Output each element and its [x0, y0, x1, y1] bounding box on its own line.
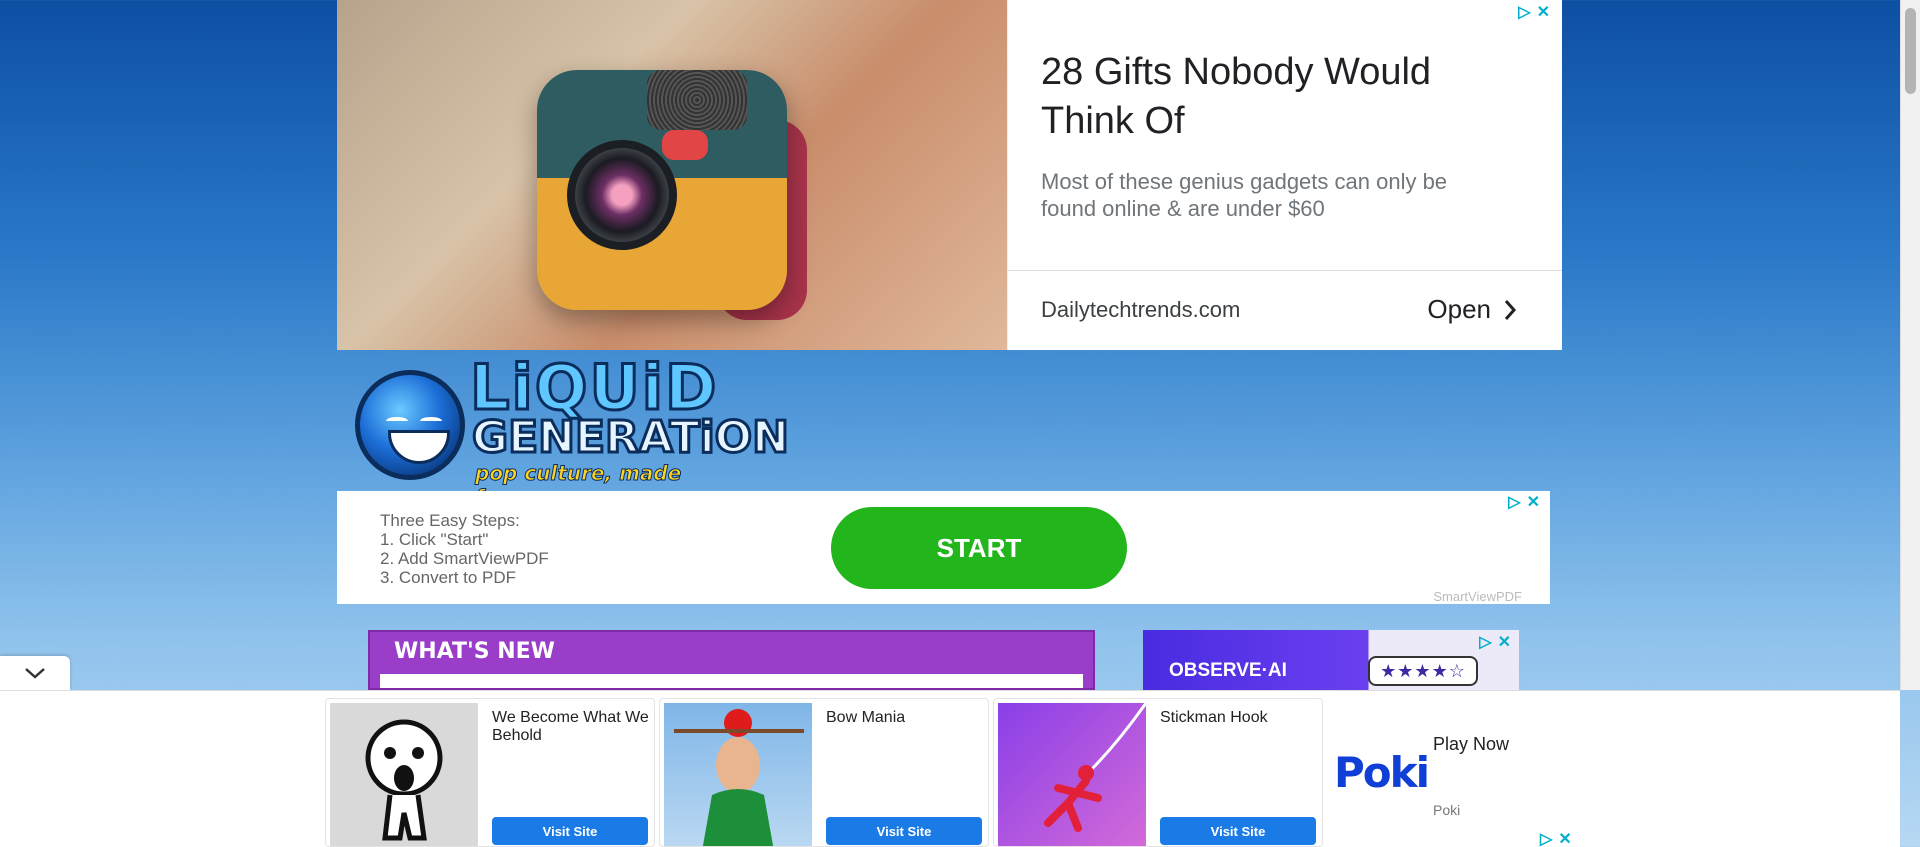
visit-site-button[interactable]: Visit Site: [492, 817, 648, 845]
pdf-step: 1. Click "Start": [380, 530, 489, 549]
camera-illustration: [517, 30, 807, 320]
poki-card[interactable]: Poki Play Now Poki: [1330, 698, 1576, 847]
scrollbar-thumb[interactable]: [1905, 8, 1916, 94]
game-title[interactable]: We Become What We Behold: [492, 709, 652, 745]
ad-close-icon[interactable]: ✕: [1527, 492, 1540, 512]
logo-word-liquid: LiQUiD: [469, 351, 719, 424]
pdf-ad-brand: SmartViewPDF: [1433, 589, 1522, 604]
observe-ai-brand: OBSERVE·AI: [1169, 660, 1287, 681]
poki-name: Poki: [1433, 802, 1461, 818]
poki-logo[interactable]: Poki: [1334, 748, 1430, 797]
pdf-ad-banner[interactable]: Three Easy Steps: 1. Click "Start" 2. Ad…: [337, 491, 1550, 604]
logo-word-generation: GENERATiON: [471, 412, 791, 463]
game-title[interactable]: Stickman Hook: [1160, 709, 1320, 727]
observe-ai-ad[interactable]: OBSERVE·AI ★★★★☆ ▷ ✕: [1143, 630, 1519, 690]
pdf-step: Three Easy Steps:: [380, 511, 520, 530]
page-scrollbar[interactable]: [1900, 0, 1920, 690]
ad-close-icon[interactable]: ✕: [1537, 2, 1550, 22]
logo-face-icon: [355, 370, 465, 480]
adchoices-icon[interactable]: ▷ ✕: [1540, 829, 1572, 847]
game-card[interactable]: Bow Mania Visit Site: [659, 698, 989, 847]
ad-image-camera[interactable]: [337, 0, 1007, 350]
game-thumbnail: [664, 703, 812, 846]
pdf-ad-steps: Three Easy Steps: 1. Click "Start" 2. Ad…: [380, 511, 549, 587]
adchoices-icon[interactable]: ▷ ✕: [1518, 2, 1550, 22]
adchoices-icon[interactable]: ▷ ✕: [1508, 492, 1540, 512]
ad-close-icon[interactable]: ✕: [1558, 829, 1571, 847]
chevron-right-icon: [1504, 299, 1517, 320]
ad-description: Most of these genius gadgets can only be…: [1041, 169, 1448, 221]
site-logo[interactable]: LiQUiD GENERATiON pop culture, made funn…: [350, 351, 790, 510]
stickman-icon: [1044, 702, 1148, 832]
adchoices-triangle-icon[interactable]: ▷: [1508, 492, 1520, 512]
game-thumbnail: [998, 702, 1148, 846]
ad-close-icon[interactable]: ✕: [1498, 632, 1511, 652]
game-card[interactable]: Stickman Hook Visit Site: [993, 698, 1323, 847]
game-title[interactable]: Bow Mania: [826, 709, 986, 727]
ad-open-label: Open: [1427, 294, 1491, 324]
ad-divider: [1008, 270, 1562, 271]
rating-stars: ★★★★☆: [1368, 656, 1478, 686]
top-ad-banner[interactable]: ▷ ✕ 28 Gifts Nobody Would Think Of Most …: [337, 0, 1562, 350]
bottom-ad-bar: We Become What We Behold Visit Site Bow …: [0, 690, 1900, 847]
ad-title[interactable]: 28 Gifts Nobody Would Think Of: [1041, 48, 1461, 146]
pdf-step: 3. Convert to PDF: [380, 568, 517, 587]
adchoices-triangle-icon[interactable]: ▷: [1479, 632, 1491, 652]
game-card[interactable]: We Become What We Behold Visit Site: [325, 698, 655, 847]
whats-new-heading: WHAT'S NEW: [394, 639, 555, 664]
skull-character-icon: [365, 719, 443, 841]
play-now-link[interactable]: Play Now: [1433, 734, 1509, 755]
visit-site-button[interactable]: Visit Site: [826, 817, 982, 845]
whats-new-section: WHAT'S NEW: [368, 630, 1095, 690]
adchoices-triangle-icon[interactable]: ▷: [1540, 829, 1552, 847]
collapse-ad-tab[interactable]: [0, 656, 70, 690]
ad-domain[interactable]: Dailytechtrends.com: [1041, 297, 1240, 323]
adchoices-triangle-icon[interactable]: ▷: [1518, 2, 1530, 22]
archer-character-icon: [674, 709, 804, 846]
pdf-step: 2. Add SmartViewPDF: [380, 549, 549, 568]
visit-site-button[interactable]: Visit Site: [1160, 817, 1316, 845]
adchoices-icon[interactable]: ▷ ✕: [1479, 632, 1511, 652]
whats-new-panel: [380, 674, 1083, 688]
chevron-down-icon: [25, 668, 45, 679]
game-thumbnail: [330, 703, 478, 846]
pdf-start-button[interactable]: START: [831, 507, 1127, 589]
ad-open-button[interactable]: Open: [1427, 294, 1517, 325]
